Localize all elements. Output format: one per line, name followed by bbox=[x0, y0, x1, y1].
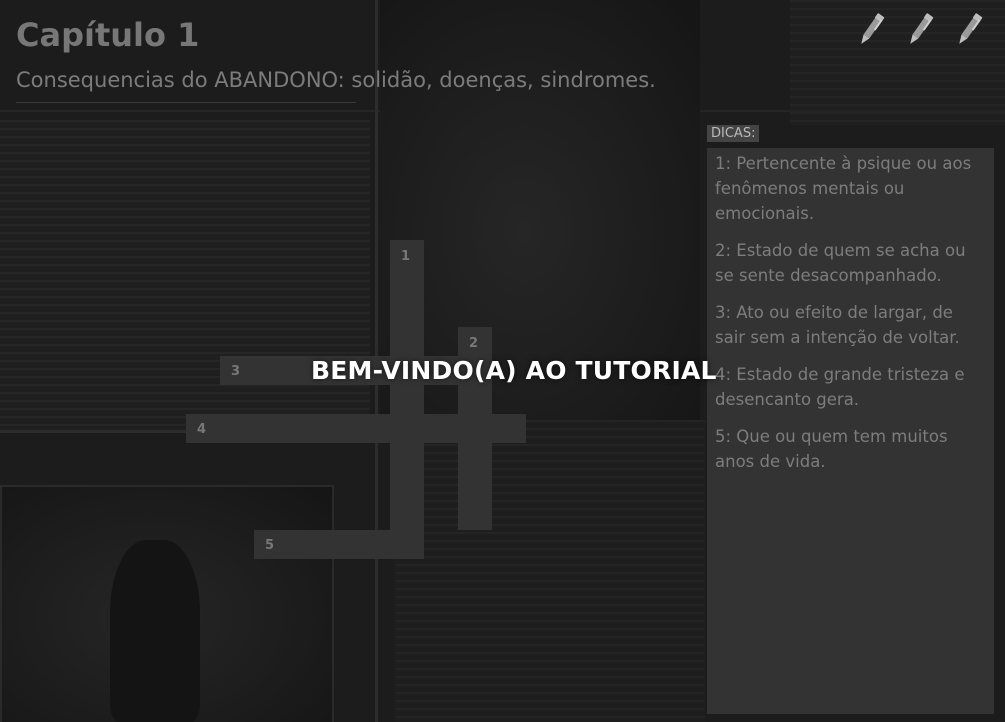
hints-panel: 1: Pertencente à psique ou aos fenômenos… bbox=[707, 148, 994, 714]
hint-item-3: 3: Ato ou efeito de largar, de sair sem … bbox=[715, 303, 960, 347]
pen-icon[interactable] bbox=[954, 10, 984, 50]
chapter-subtitle: Consequencias do ABANDONO: solidão, doen… bbox=[16, 68, 656, 92]
tutorial-welcome-message[interactable]: BEM-VINDO(A) AO TUTORIAL bbox=[311, 356, 717, 385]
hint-item-4: 4: Estado de grande tristeza e desencant… bbox=[715, 365, 965, 409]
crossword-word-1[interactable] bbox=[390, 240, 424, 558]
pen-icon[interactable] bbox=[905, 10, 935, 50]
hint-item-1: 1: Pertencente à psique ou aos fenômenos… bbox=[715, 154, 972, 223]
background-person-silhouette bbox=[110, 540, 200, 722]
background-newspaper-bottom bbox=[395, 420, 705, 722]
crossword-number-1: 1 bbox=[401, 249, 411, 264]
hints-label: DICAS: bbox=[707, 125, 760, 142]
game-stage: Capítulo 1 Consequencias do ABANDONO: so… bbox=[0, 0, 1005, 722]
subtitle-divider bbox=[16, 102, 356, 103]
crossword-number-2: 2 bbox=[469, 336, 479, 351]
crossword-word-4[interactable] bbox=[186, 414, 526, 443]
chapter-title: Capítulo 1 bbox=[16, 16, 200, 54]
crossword-number-3: 3 bbox=[231, 364, 241, 379]
crossword-number-5: 5 bbox=[265, 538, 275, 553]
crossword-word-5[interactable] bbox=[254, 530, 424, 559]
hint-item-5: 5: Que ou quem tem muitos anos de vida. bbox=[715, 427, 948, 471]
hint-item-2: 2: Estado de quem se acha ou se sente de… bbox=[715, 241, 966, 285]
crossword-number-4: 4 bbox=[197, 422, 207, 437]
pen-icon[interactable] bbox=[856, 10, 886, 50]
